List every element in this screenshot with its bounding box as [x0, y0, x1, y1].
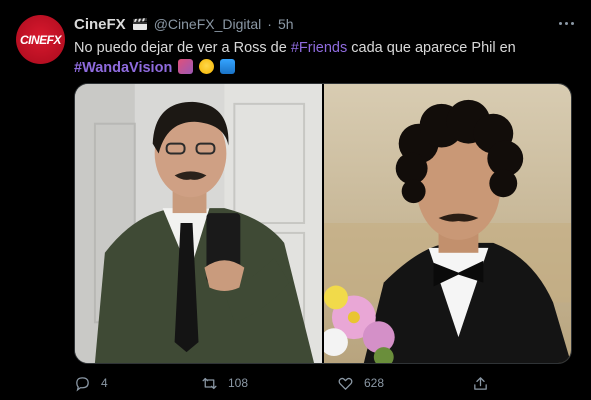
- share-icon: [474, 376, 487, 390]
- like-count: 628: [364, 376, 385, 390]
- hashtag-emoji-icon: [178, 59, 194, 74]
- share-button[interactable]: [472, 372, 489, 394]
- right-photo[interactable]: [324, 84, 571, 363]
- retweet-count: 108: [228, 376, 249, 390]
- more-icon[interactable]: [556, 16, 576, 30]
- tweet-actions: 4 108 628: [74, 372, 514, 394]
- reply-count: 4: [101, 376, 108, 390]
- left-photo[interactable]: [75, 84, 322, 363]
- man-in-tuxedo-image: [324, 84, 571, 363]
- avatar[interactable]: CINEFX: [16, 15, 65, 64]
- hashtag-link[interactable]: #WandaVision: [74, 60, 172, 76]
- retweet-button[interactable]: 108: [201, 372, 248, 394]
- reply-button[interactable]: 4: [74, 372, 108, 394]
- tweet-text: No puedo dejar de ver a Ross de #Friends…: [74, 38, 574, 78]
- reply-icon: [76, 376, 89, 391]
- timestamp[interactable]: 5h: [278, 16, 294, 32]
- tweet-media[interactable]: [74, 83, 572, 364]
- tweet-text-part: No puedo dejar de ver a Ross de: [74, 40, 291, 56]
- hashtag-link[interactable]: #Friends: [291, 40, 347, 56]
- avatar-logo-text: CINEFX: [19, 32, 62, 47]
- clapperboard-icon: [132, 17, 148, 31]
- tweet[interactable]: CINEFX CineFX @CineFX_Digital · 5h No pu…: [0, 0, 591, 400]
- man-in-green-suit-image: [75, 84, 322, 363]
- retweet-icon: [202, 377, 217, 389]
- tv-emoji-icon: [220, 59, 236, 74]
- tweet-header: CineFX @CineFX_Digital · 5h: [74, 14, 294, 34]
- separator: ·: [267, 16, 272, 32]
- account-name[interactable]: CineFX: [74, 16, 126, 33]
- account-handle[interactable]: @CineFX_Digital: [154, 16, 262, 32]
- tweet-text-part: cada que aparece Phil en: [347, 40, 516, 56]
- like-icon: [338, 377, 353, 390]
- laughing-emoji-icon: [199, 59, 215, 74]
- like-button[interactable]: 628: [337, 372, 384, 394]
